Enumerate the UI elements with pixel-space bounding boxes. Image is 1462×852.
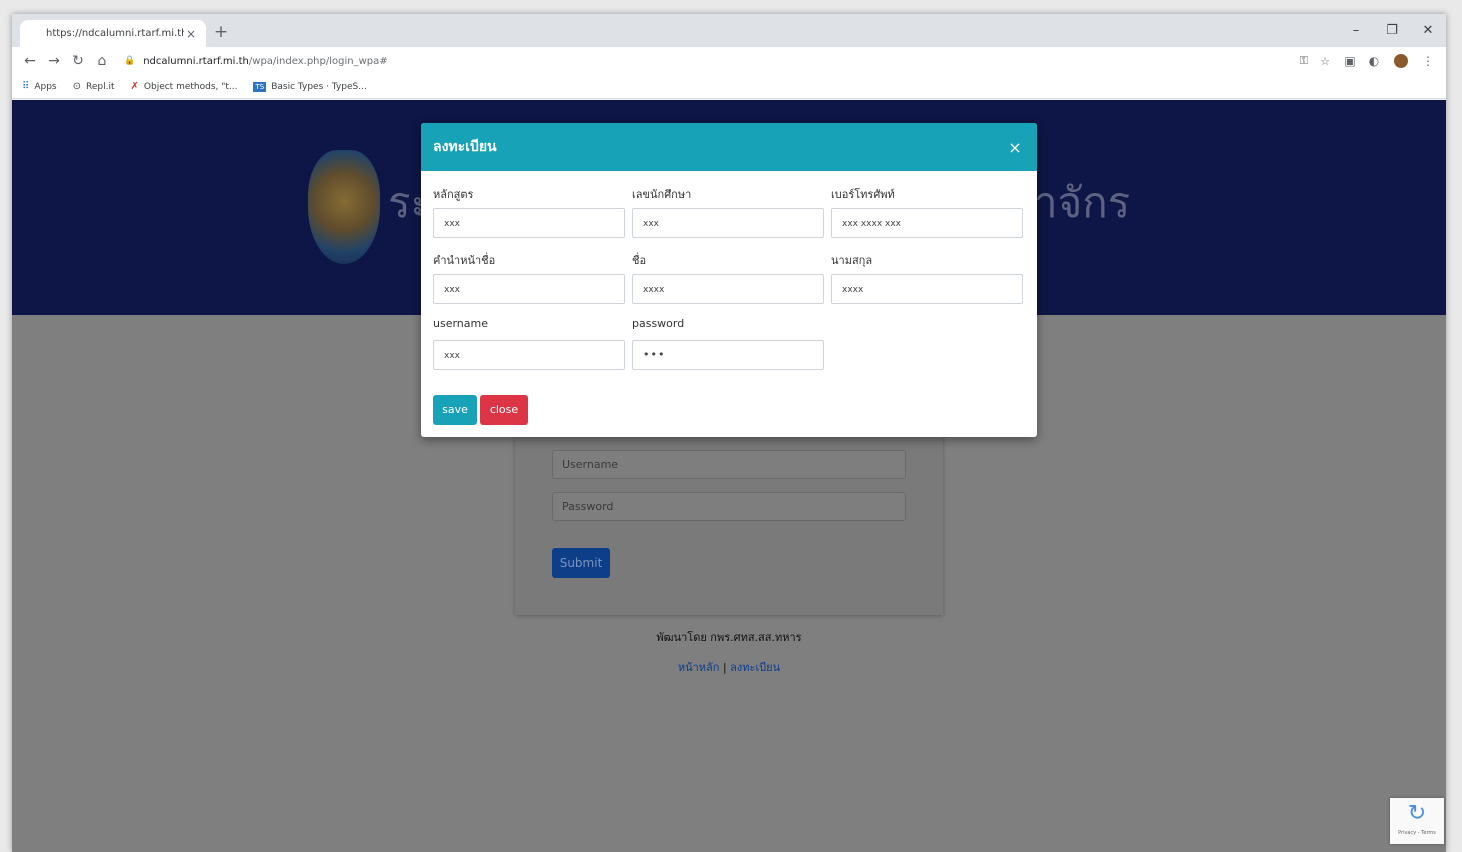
typescript-icon: TS [253, 81, 267, 92]
new-tab-icon[interactable]: + [212, 22, 230, 42]
page-content: ระ าจักร Username Password Submit พัฒนาโ… [12, 100, 1446, 852]
field-phone: เบอร์โทรศัพท์ xxx xxxx xxx [831, 171, 1023, 238]
reload-icon[interactable]: ↻ [66, 53, 90, 69]
menu-kebab-icon[interactable]: ⋮ [1416, 54, 1440, 68]
form-row: คำนำหน้าชื่อ xxx ชื่อ xxxx นามสกุล xxxx [433, 237, 1025, 304]
window-controls: – ❐ ✕ [1338, 14, 1446, 47]
name-title-input[interactable]: xxx [433, 274, 625, 304]
restore-icon[interactable]: ❐ [1374, 14, 1410, 47]
window-close-icon[interactable]: ✕ [1410, 14, 1446, 47]
save-button[interactable]: save [433, 395, 477, 425]
register-modal: ลงทะเบียน × หลักสูตร xxx เลขนักศึกษา xxx… [421, 123, 1037, 437]
field-first-name: ชื่อ xxxx [632, 237, 824, 304]
home-link[interactable]: หน้าหลัก [678, 661, 720, 674]
field-label: คำนำหน้าชื่อ [433, 254, 496, 267]
footer-links: หน้าหลัก | ลงทะเบียน [12, 658, 1446, 676]
dark-mode-extension-icon[interactable]: ◐ [1362, 54, 1386, 68]
close-button[interactable]: close [480, 395, 528, 425]
modal-header: ลงทะเบียน × [421, 123, 1037, 171]
star-icon[interactable]: ☆ [1320, 55, 1330, 68]
tab-strip: https://ndcalumni.rtarf.mi.th/wpa × + – … [12, 14, 1446, 47]
bookmark-label: Object methods, "t... [143, 81, 238, 92]
field-title: คำนำหน้าชื่อ xxx [433, 237, 625, 304]
bookmark-replit[interactable]: ⊙ Repl.it [73, 81, 115, 92]
field-label: เบอร์โทรศัพท์ [831, 188, 895, 201]
first-name-input[interactable]: xxxx [632, 274, 824, 304]
course-input[interactable]: xxx [433, 208, 625, 238]
form-row: username xxx password ••• [433, 303, 1025, 370]
student-id-input[interactable]: xxx [632, 208, 824, 238]
browser-tab[interactable]: https://ndcalumni.rtarf.mi.th/wpa × [20, 20, 206, 47]
field-label: หลักสูตร [433, 188, 474, 201]
field-label: เลขนักศึกษา [632, 188, 692, 201]
bookmark-label: Apps [34, 81, 57, 92]
submit-button[interactable]: Submit [552, 548, 610, 578]
bookmarks-bar: ⠿ Apps ⊙ Repl.it ✗ Object methods, "t...… [12, 75, 1446, 99]
url-path: /wpa/index.php/login_wpa# [248, 55, 388, 67]
bookmark-apps[interactable]: ⠿ Apps [22, 81, 57, 92]
field-student-id: เลขนักศึกษา xxx [632, 171, 824, 238]
url-host: ndcalumni.rtarf.mi.th [143, 55, 249, 67]
form-row: หลักสูตร xxx เลขนักศึกษา xxx เบอร์โทรศัพ… [433, 171, 1025, 238]
recaptcha-badge[interactable]: ↻ Privacy - Terms [1390, 798, 1444, 844]
bookmark-basic-types[interactable]: TS Basic Types · TypeS... [253, 81, 367, 92]
emblem-logo [308, 150, 380, 264]
profile-avatar[interactable] [1394, 54, 1408, 68]
close-tab-icon[interactable]: × [184, 27, 198, 41]
username-input[interactable]: Username [552, 450, 906, 479]
apps-grid-icon: ⠿ [22, 81, 30, 92]
modal-actions: save close [433, 395, 531, 425]
field-last-name: นามสกุล xxxx [831, 237, 1023, 304]
forward-icon[interactable]: → [42, 53, 66, 69]
object-methods-icon: ✗ [130, 81, 139, 92]
replit-icon: ⊙ [72, 81, 81, 92]
recaptcha-text: Privacy - Terms [1398, 830, 1436, 836]
browser-toolbar: ← → ↻ ⌂ 🔒 ndcalumni.rtarf.mi.th/wpa/inde… [12, 47, 1446, 75]
tab-title: https://ndcalumni.rtarf.mi.th/wpa [46, 28, 184, 39]
phone-input[interactable]: xxx xxxx xxx [831, 208, 1023, 238]
bookmark-label: Repl.it [86, 81, 115, 92]
modal-password-input[interactable]: ••• [632, 340, 824, 370]
back-icon[interactable]: ← [18, 53, 42, 69]
modal-username-input[interactable]: xxx [433, 340, 625, 370]
field-username: username xxx [433, 303, 625, 370]
field-label: password [632, 317, 685, 330]
lock-icon: 🔒 [124, 56, 136, 66]
form-grid: หลักสูตร xxx เลขนักศึกษา xxx เบอร์โทรศัพ… [433, 171, 1025, 370]
field-course: หลักสูตร xxx [433, 171, 625, 238]
field-password: password ••• [632, 303, 824, 370]
modal-close-icon[interactable]: × [1005, 138, 1025, 157]
minimize-icon[interactable]: – [1338, 14, 1374, 47]
link-separator: | [722, 661, 727, 674]
bookmark-object-methods[interactable]: ✗ Object methods, "t... [131, 81, 238, 92]
credit-text: พัฒนาโดย กพร.ศทส.สส.ทหาร [656, 631, 802, 644]
home-icon[interactable]: ⌂ [90, 53, 114, 69]
key-icon[interactable]: ⚿ [1300, 54, 1308, 68]
banner-title-right: าจักร [1034, 178, 1131, 227]
register-link[interactable]: ลงทะเบียน [730, 661, 780, 674]
address-bar[interactable]: 🔒 ndcalumni.rtarf.mi.th/wpa/index.php/lo… [124, 50, 1330, 72]
password-input[interactable]: Password [552, 492, 906, 521]
field-label: ชื่อ [632, 254, 647, 267]
last-name-input[interactable]: xxxx [831, 274, 1023, 304]
extension-icon[interactable]: ▣ [1338, 54, 1362, 68]
recaptcha-icon: ↻ [1407, 801, 1427, 826]
bookmark-label: Basic Types · TypeS... [271, 81, 367, 92]
browser-window: https://ndcalumni.rtarf.mi.th/wpa × + – … [12, 14, 1446, 852]
field-label: username [433, 317, 488, 330]
modal-title: ลงทะเบียน [433, 139, 497, 155]
field-label: นามสกุล [831, 254, 873, 267]
